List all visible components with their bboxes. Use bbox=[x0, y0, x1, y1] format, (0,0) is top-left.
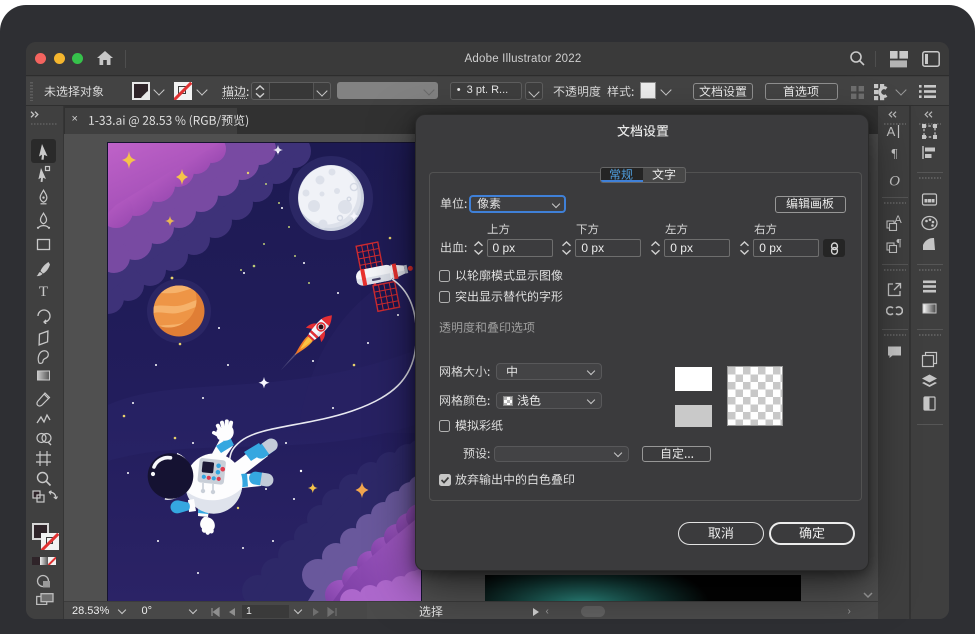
svg-text:¶: ¶ bbox=[891, 145, 897, 160]
svg-text:O: O bbox=[889, 173, 900, 189]
svg-text:¶: ¶ bbox=[896, 237, 901, 249]
svg-text:A: A bbox=[894, 214, 902, 226]
svg-text:A: A bbox=[886, 124, 895, 139]
svg-text:T: T bbox=[38, 284, 47, 299]
